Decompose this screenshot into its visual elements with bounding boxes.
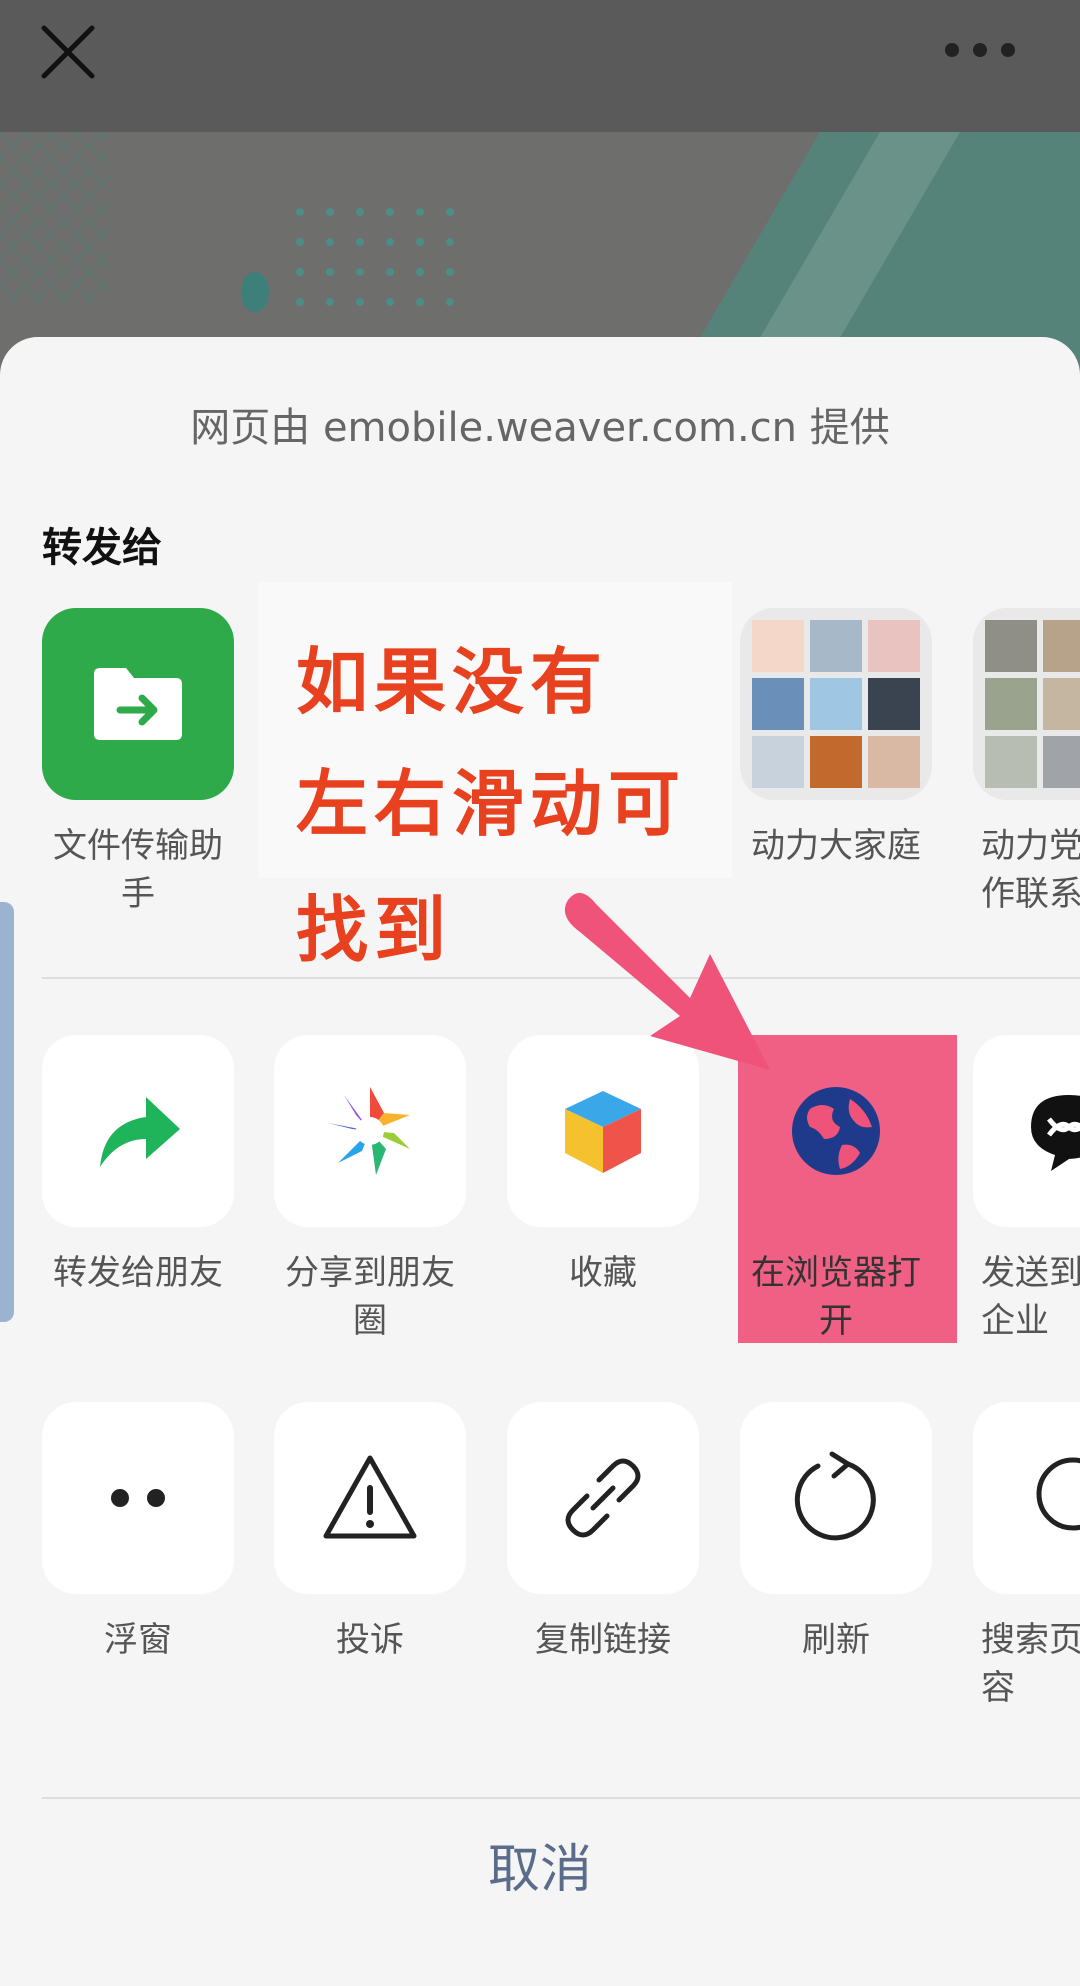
action-open-browser[interactable]: 在浏览器打 开 — [740, 1035, 932, 1345]
group-avatar-grid — [740, 608, 932, 800]
action-label: 收藏 — [569, 1253, 637, 1293]
group-avatar-grid — [973, 608, 1080, 800]
link-icon — [507, 1402, 699, 1594]
action-copy-link[interactable]: 复制链接 — [507, 1402, 699, 1664]
annotation-line: 左右滑动可 — [296, 762, 687, 846]
banner-decoration — [0, 132, 1080, 372]
cancel-button[interactable]: 取消 — [0, 1827, 1080, 1902]
contact-label: 动力大家庭 — [751, 826, 921, 866]
action-send-wecom[interactable]: 发送到 企业 — [973, 1035, 1080, 1345]
action-label: 搜索页 容 — [981, 1620, 1080, 1708]
moments-aperture-icon — [274, 1035, 466, 1227]
annotation-line: 如果没有 — [296, 640, 609, 724]
page-banner — [0, 132, 1080, 372]
annotation-line: 找到 — [296, 888, 453, 972]
action-label: 在浏览器打 开 — [751, 1253, 921, 1341]
contact-group-family[interactable]: 动力大家庭 — [740, 608, 932, 870]
close-icon[interactable] — [36, 20, 100, 84]
action-label: 投诉 — [336, 1620, 404, 1660]
action-label: 刷新 — [802, 1620, 870, 1660]
action-search-page[interactable]: 搜索页 容 — [973, 1402, 1080, 1712]
provider-text: 网页由 emobile.weaver.com.cn 提供 — [190, 405, 890, 451]
contact-group-party[interactable]: 动力党 作联系 — [973, 608, 1080, 918]
action-float-window[interactable]: 浮窗 — [42, 1402, 234, 1664]
action-share-moments[interactable]: 分享到朋友 圈 — [274, 1035, 466, 1345]
contact-label: 文件传输助 手 — [53, 826, 223, 914]
more-dots-icon[interactable] — [940, 28, 1020, 72]
file-transfer-icon — [42, 608, 234, 800]
contact-file-transfer[interactable]: 文件传输助 手 — [42, 608, 234, 918]
action-label: 发送到 企业 — [981, 1253, 1080, 1341]
action-label: 转发给朋友 — [53, 1253, 223, 1293]
warning-icon — [274, 1402, 466, 1594]
refresh-icon — [740, 1402, 932, 1594]
action-label: 复制链接 — [535, 1620, 671, 1660]
wecom-icon — [973, 1035, 1080, 1227]
left-scroll-edge — [0, 902, 14, 1322]
action-label: 分享到朋友 圈 — [285, 1253, 455, 1341]
forward-section-title: 转发给 — [42, 525, 162, 571]
annotation-arrow-icon — [564, 892, 770, 1070]
action-label: 浮窗 — [104, 1620, 172, 1660]
top-bar — [0, 0, 1080, 132]
search-icon — [973, 1402, 1080, 1594]
action-complain[interactable]: 投诉 — [274, 1402, 466, 1664]
float-window-icon — [42, 1402, 234, 1594]
action-forward-friend[interactable]: 转发给朋友 — [42, 1035, 234, 1297]
contact-label: 动力党 作联系 — [981, 826, 1080, 914]
divider — [42, 1797, 1080, 1799]
share-arrow-icon — [42, 1035, 234, 1227]
action-refresh[interactable]: 刷新 — [740, 1402, 932, 1664]
